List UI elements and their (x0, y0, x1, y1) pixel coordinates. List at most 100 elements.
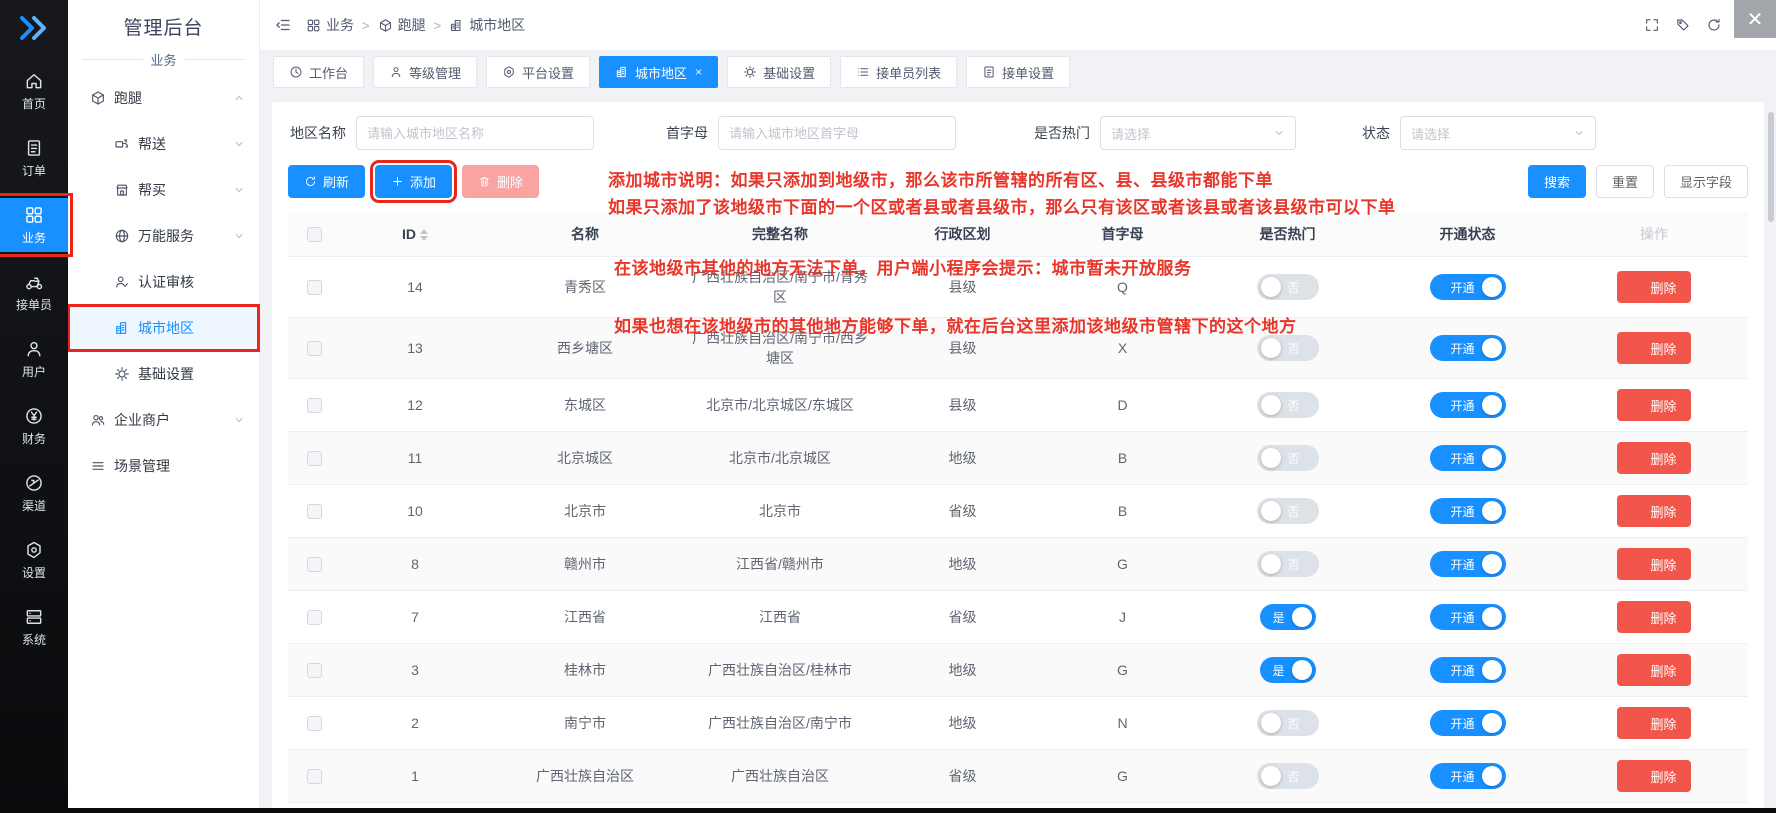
row-checkbox[interactable] (307, 341, 322, 356)
fullscreen-icon[interactable] (1644, 17, 1660, 33)
tab-close-icon[interactable]: × (695, 65, 702, 79)
hot-toggle[interactable]: 否 (1257, 445, 1319, 471)
row-checkbox[interactable] (307, 398, 322, 413)
window-close-button[interactable]: ✕ (1734, 0, 1776, 38)
sidebar-item-万能服务[interactable]: 万能服务 (68, 213, 259, 259)
topbar-actions (1644, 17, 1722, 33)
row-checkbox[interactable] (307, 663, 322, 678)
tag-icon[interactable] (1675, 17, 1691, 33)
refresh-button[interactable]: 刷新 (288, 165, 365, 198)
row-delete-button[interactable]: 删除 (1617, 495, 1690, 527)
rail-item-系统[interactable]: 系统 (0, 600, 68, 654)
row-checkbox[interactable] (307, 716, 322, 731)
open-status-toggle[interactable]: 开通 (1430, 392, 1506, 418)
status-select[interactable]: 请选择 (1400, 116, 1596, 150)
rail-item-用户[interactable]: 用户 (0, 332, 68, 386)
row-delete-button[interactable]: 删除 (1617, 389, 1690, 421)
cell-initial: G (1045, 644, 1200, 697)
grid-icon (306, 18, 321, 33)
hot-toggle[interactable]: 否 (1257, 551, 1319, 577)
sidebar-group-label: 业务 (68, 50, 259, 75)
row-delete-button[interactable]: 删除 (1617, 760, 1690, 792)
run-icon (378, 18, 393, 33)
open-status-toggle[interactable]: 开通 (1430, 657, 1506, 683)
row-delete-button[interactable]: 删除 (1617, 271, 1690, 303)
delete-button[interactable]: 删除 (462, 165, 539, 198)
tab-接单员列表[interactable]: 接单员列表 (840, 56, 957, 88)
tab-等级管理[interactable]: 等级管理 (373, 56, 477, 88)
hot-toggle[interactable]: 是 (1260, 657, 1316, 683)
breadcrumb-城市地区[interactable]: 城市地区 (449, 15, 525, 35)
sidebar-item-企业商户[interactable]: 企业商户 (68, 397, 259, 443)
row-delete-button[interactable]: 删除 (1617, 654, 1690, 686)
open-status-toggle[interactable]: 开通 (1430, 710, 1506, 736)
open-status-toggle[interactable]: 开通 (1430, 445, 1506, 471)
open-status-toggle[interactable]: 开通 (1430, 763, 1506, 789)
col-header-id[interactable]: ID (340, 212, 490, 257)
sort-icon[interactable] (420, 229, 428, 241)
rail-item-渠道[interactable]: 渠道 (0, 466, 68, 520)
tab-接单设置[interactable]: 接单设置 (966, 56, 1070, 88)
initial-label: 首字母 (666, 123, 708, 143)
open-status-toggle[interactable]: 开通 (1430, 551, 1506, 577)
row-checkbox[interactable] (307, 504, 322, 519)
region-name-input[interactable] (356, 116, 594, 150)
collapse-icon[interactable] (274, 16, 292, 34)
scrollbar-thumb[interactable] (1768, 112, 1774, 222)
sidebar-item-场景管理[interactable]: 场景管理 (68, 443, 259, 489)
tab-基础设置[interactable]: 基础设置 (727, 56, 831, 88)
select-all-checkbox[interactable] (307, 227, 322, 242)
reset-button[interactable]: 重置 (1596, 165, 1654, 198)
tab-平台设置[interactable]: 平台设置 (486, 56, 590, 88)
row-delete-button[interactable]: 删除 (1617, 707, 1690, 739)
rail-item-订单[interactable]: 订单 (0, 131, 68, 185)
open-status-toggle[interactable]: 开通 (1430, 604, 1506, 630)
hot-toggle[interactable]: 否 (1257, 498, 1319, 524)
refresh-icon[interactable] (1706, 17, 1722, 33)
cell-id: 10 (340, 485, 490, 538)
hot-toggle[interactable]: 否 (1257, 335, 1319, 361)
row-checkbox[interactable] (307, 451, 322, 466)
table-row: 12 东城区 北京市/北京城区/东城区 县级 D 否 开通 删除 (288, 379, 1748, 432)
cell-division: 县级 (880, 257, 1045, 318)
rail-item-业务[interactable]: 业务 (0, 198, 68, 252)
open-status-toggle[interactable]: 开通 (1430, 498, 1506, 524)
breadcrumb-跑腿[interactable]: 跑腿 (378, 15, 426, 35)
row-delete-button[interactable]: 删除 (1617, 332, 1690, 364)
sidebar-item-帮送[interactable]: 帮送 (68, 121, 259, 167)
row-delete-button[interactable]: 删除 (1617, 442, 1690, 474)
hot-toggle[interactable]: 是 (1260, 604, 1316, 630)
hot-select[interactable]: 请选择 (1100, 116, 1296, 150)
initial-input[interactable] (718, 116, 956, 150)
breadcrumb-业务[interactable]: 业务 (306, 15, 354, 35)
add-button[interactable]: 添加 (375, 165, 452, 198)
cell-full-name: 江西省 (680, 591, 880, 644)
hot-toggle[interactable]: 否 (1257, 710, 1319, 736)
tab-工作台[interactable]: 工作台 (273, 56, 364, 88)
cell-division: 省级 (880, 750, 1045, 803)
row-checkbox[interactable] (307, 280, 322, 295)
row-checkbox[interactable] (307, 557, 322, 572)
row-delete-button[interactable]: 删除 (1617, 548, 1690, 580)
row-delete-button[interactable]: 删除 (1617, 601, 1690, 633)
sidebar-item-基础设置[interactable]: 基础设置 (68, 351, 259, 397)
rail-item-财务[interactable]: 财务 (0, 399, 68, 453)
sidebar-item-认证审核[interactable]: 认证审核 (68, 259, 259, 305)
open-status-toggle[interactable]: 开通 (1430, 335, 1506, 361)
sidebar-item-跑腿[interactable]: 跑腿 (68, 75, 259, 121)
show-fields-button[interactable]: 显示字段 (1664, 165, 1748, 198)
search-button[interactable]: 搜索 (1528, 165, 1586, 198)
open-status-toggle[interactable]: 开通 (1430, 274, 1506, 300)
hot-toggle[interactable]: 否 (1257, 274, 1319, 300)
sidebar-item-帮买[interactable]: 帮买 (68, 167, 259, 213)
row-checkbox[interactable] (307, 769, 322, 784)
app-logo[interactable] (16, 12, 52, 44)
rail-item-首页[interactable]: 首页 (0, 64, 68, 118)
row-checkbox[interactable] (307, 610, 322, 625)
sidebar-item-城市地区[interactable]: 城市地区 (68, 305, 259, 351)
tab-城市地区[interactable]: 城市地区 × (599, 56, 718, 88)
rail-item-接单员[interactable]: 接单员 (0, 265, 68, 319)
hot-toggle[interactable]: 否 (1257, 392, 1319, 418)
rail-item-设置[interactable]: 设置 (0, 533, 68, 587)
hot-toggle[interactable]: 否 (1257, 763, 1319, 789)
